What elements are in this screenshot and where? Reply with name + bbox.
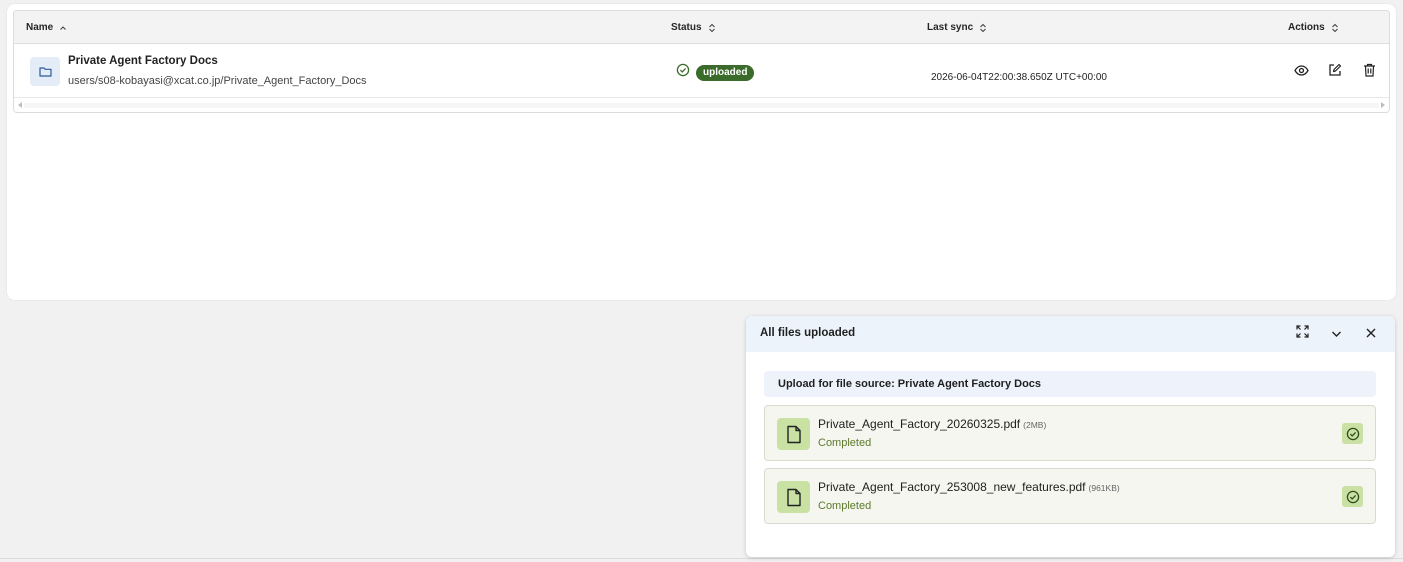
file-size: (2MB) (1023, 420, 1047, 430)
sort-toggle-icon (979, 23, 987, 33)
status-badge: uploaded (696, 64, 755, 81)
table-header: Name Status Last sync Actions (14, 11, 1389, 44)
file-size: (961KB) (1088, 483, 1120, 493)
sort-toggle-icon (708, 23, 716, 33)
last-sync-value: 2026-06-04T22:00:38.650Z UTC+00:00 (931, 72, 1107, 83)
list-item: Private_Agent_Factory_20260325.pdf (2MB) … (764, 405, 1376, 461)
file-source-path: users/s08-kobayasi@xcat.co.jp/Private_Ag… (68, 75, 367, 87)
status-cell: uploaded (676, 63, 755, 82)
chevron-down-icon (1331, 325, 1342, 343)
column-header-name[interactable]: Name (26, 11, 67, 44)
expand-button[interactable] (1294, 325, 1310, 343)
folder-icon (30, 57, 60, 86)
collapse-button[interactable] (1328, 326, 1344, 342)
scroll-left-icon[interactable] (18, 102, 22, 108)
file-sources-card: Name Status Last sync Actions Private Ag… (7, 4, 1396, 300)
file-source-title: Private Agent Factory Docs (68, 55, 218, 67)
list-item: Private_Agent_Factory_253008_new_feature… (764, 468, 1376, 524)
file-sources-table: Name Status Last sync Actions Private Ag… (13, 10, 1390, 113)
upload-panel-header: All files uploaded (746, 316, 1395, 352)
row-actions (1291, 63, 1389, 81)
file-status: Completed (818, 437, 872, 449)
scroll-right-icon[interactable] (1381, 102, 1385, 108)
column-header-last-sync[interactable]: Last sync (927, 11, 987, 44)
close-icon (1366, 325, 1376, 343)
sort-ascending-icon (59, 24, 67, 32)
check-circle-icon (676, 63, 690, 82)
column-header-status[interactable]: Status (671, 11, 716, 44)
divider (0, 558, 1403, 559)
expand-icon (1295, 325, 1309, 343)
sort-toggle-icon (1331, 23, 1339, 33)
delete-button[interactable] (1359, 63, 1379, 81)
upload-panel-title: All files uploaded (760, 327, 856, 339)
file-name: Private_Agent_Factory_20260325.pdf (2MB) (818, 417, 1047, 431)
file-icon (777, 418, 810, 450)
eye-icon (1293, 63, 1309, 81)
view-button[interactable] (1291, 63, 1311, 81)
check-circle-icon (1342, 423, 1363, 444)
column-header-actions[interactable]: Actions (1288, 11, 1339, 44)
file-icon (777, 481, 810, 513)
file-name: Private_Agent_Factory_253008_new_feature… (818, 480, 1120, 494)
file-status: Completed (818, 500, 872, 512)
trash-icon (1363, 63, 1376, 82)
pencil-square-icon (1328, 63, 1342, 82)
scrollbar-track (24, 103, 1379, 108)
check-circle-icon (1342, 486, 1363, 507)
edit-button[interactable] (1325, 63, 1345, 81)
close-button[interactable] (1363, 326, 1379, 342)
upload-progress-panel: All files uploaded Upload for file sourc… (746, 316, 1395, 557)
upload-source-label: Upload for file source: Private Agent Fa… (764, 371, 1376, 397)
horizontal-scrollbar[interactable] (14, 99, 1389, 112)
table-row[interactable]: Private Agent Factory Docs users/s08-kob… (14, 45, 1389, 98)
